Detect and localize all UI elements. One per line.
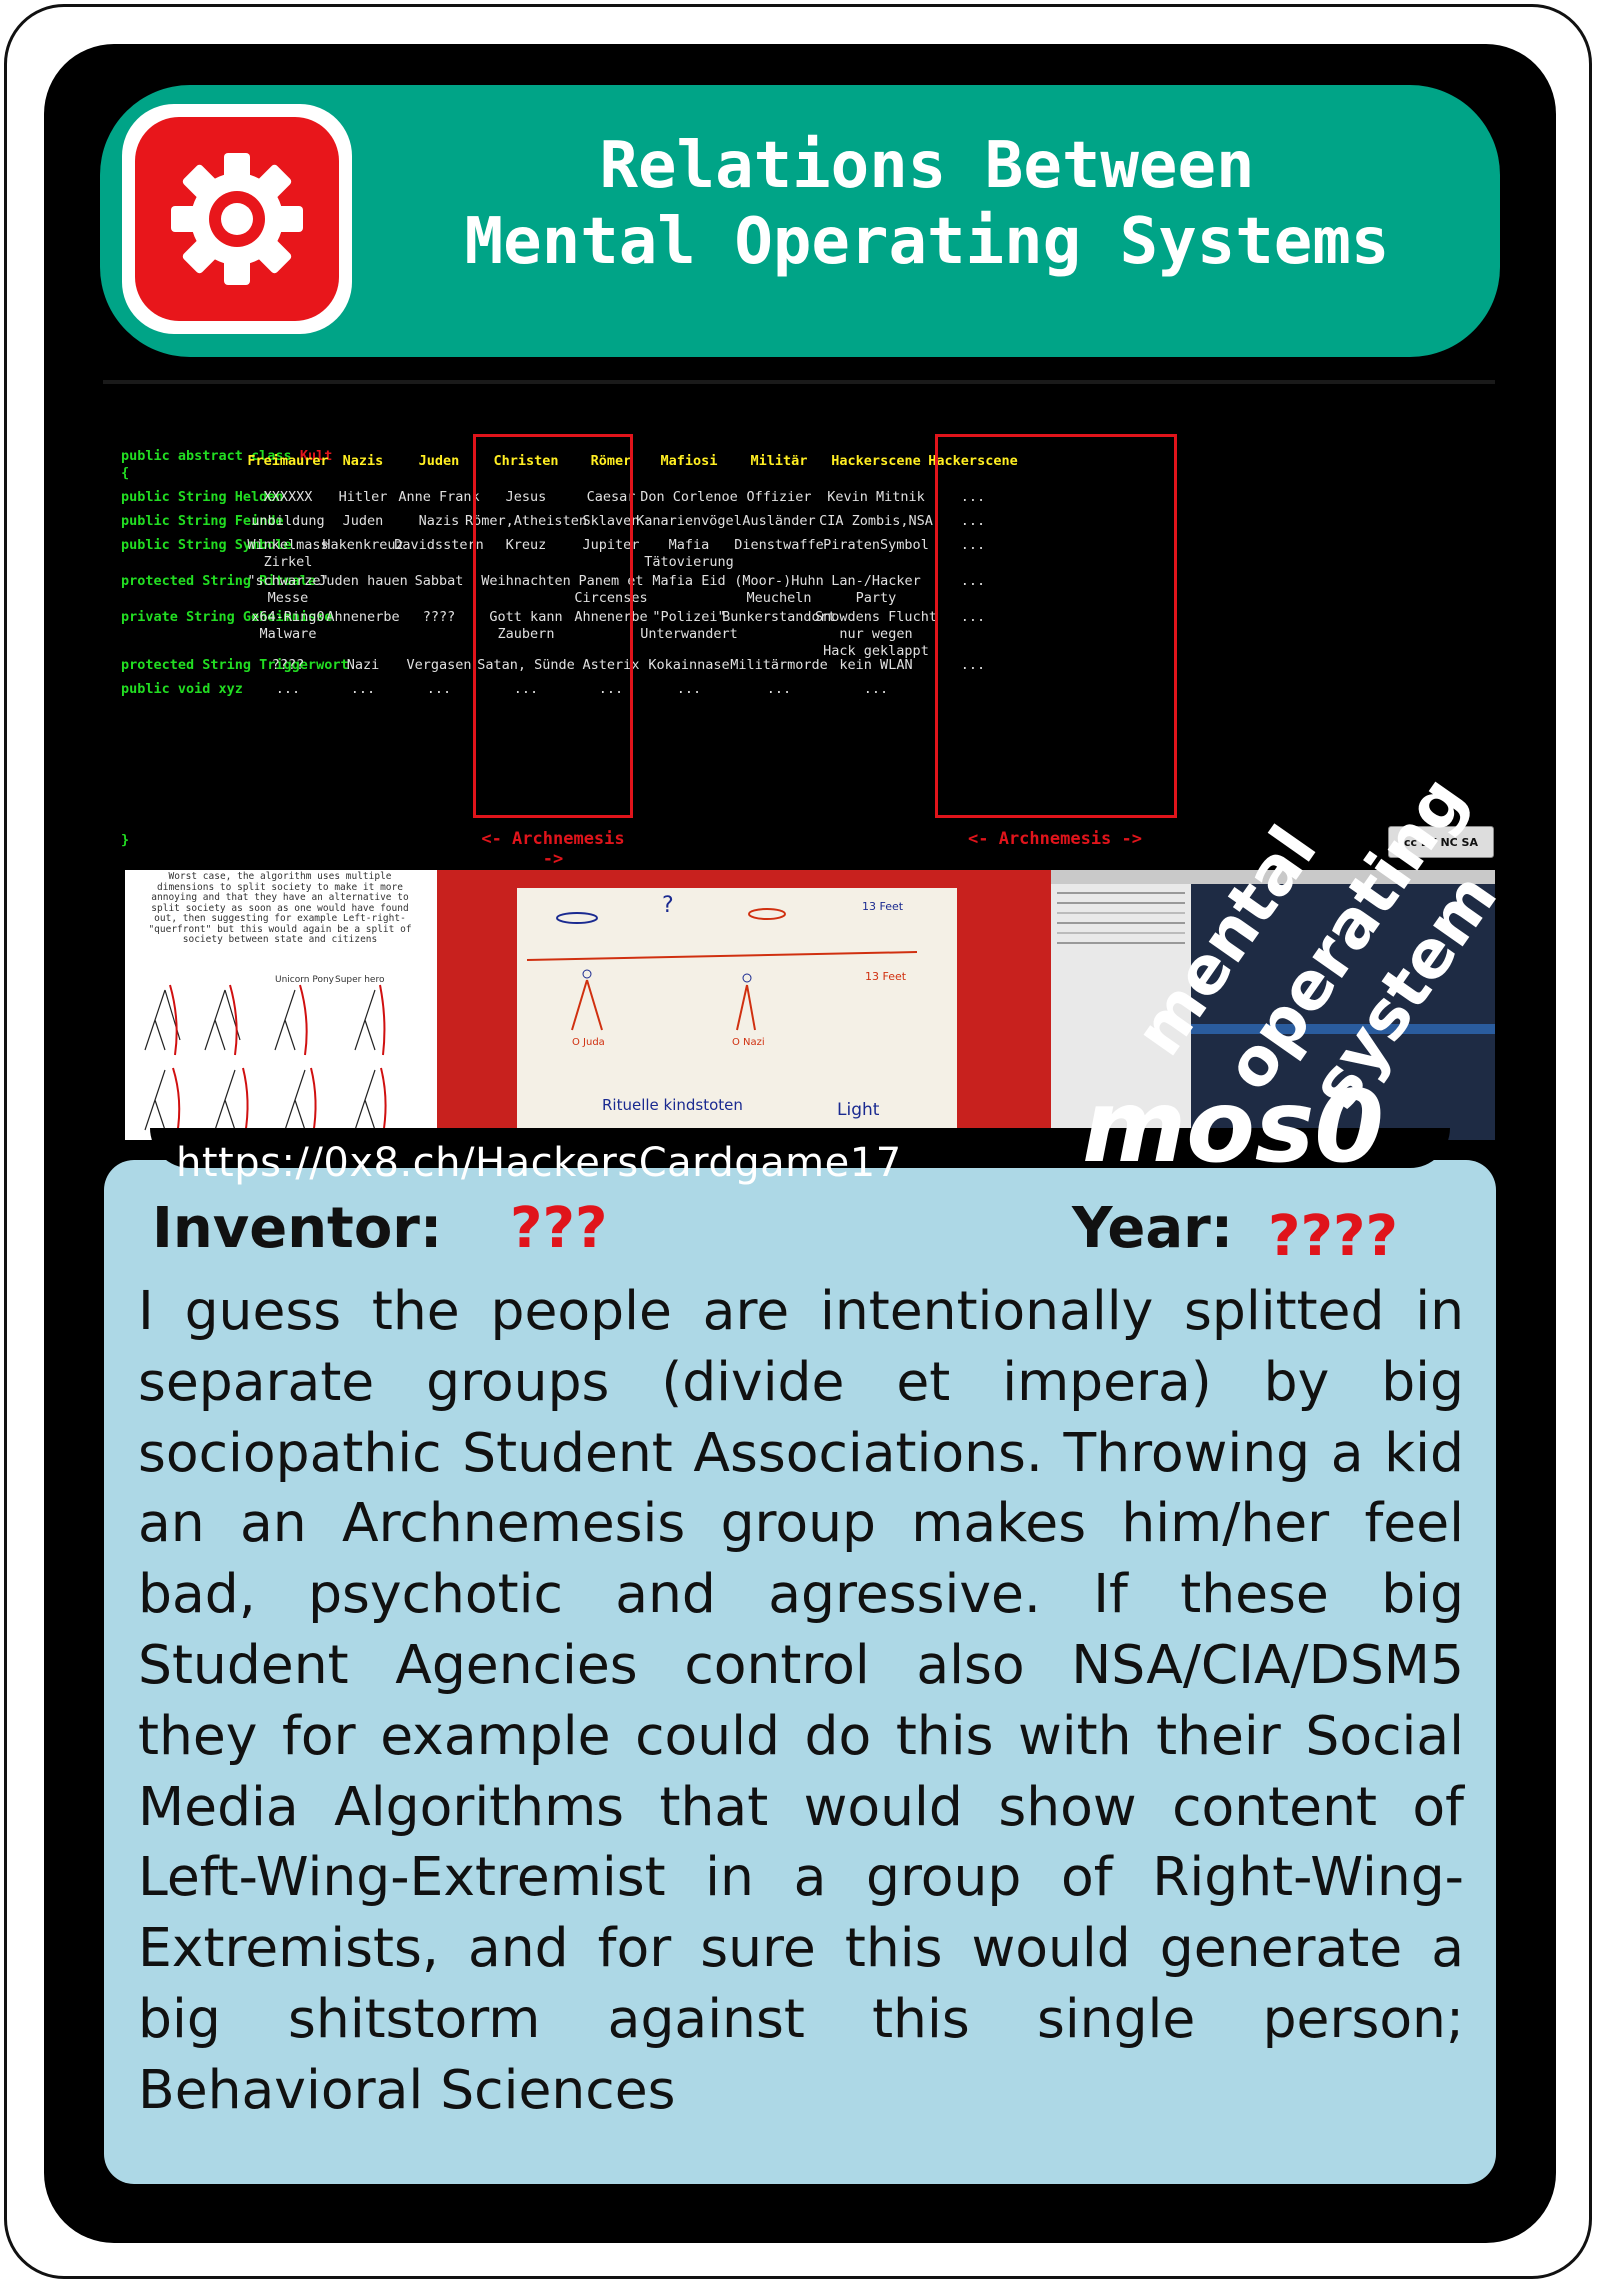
svg-text:Rituelle kindstoten: Rituelle kindstoten xyxy=(602,1096,743,1114)
svg-text:Light: Light xyxy=(837,1100,880,1120)
svg-text:O Juda: O Juda xyxy=(572,1037,605,1048)
table-cell: ... xyxy=(863,681,889,697)
brand-logo: mos0 xyxy=(1082,1068,1385,1185)
paper-photo: ? O Juda O Nazi Rituelle kindstoten Ligh… xyxy=(437,870,1051,1140)
panel-strip xyxy=(103,380,1495,384)
svg-text:13 Feet: 13 Feet xyxy=(862,900,904,913)
page-title: Relations Between Mental Operating Syste… xyxy=(372,128,1482,280)
mafiosi-militaer-box xyxy=(935,434,1177,818)
paper-sketch: ? O Juda O Nazi Rituelle kindstoten Ligh… xyxy=(526,893,918,1120)
svg-text:?: ? xyxy=(662,893,674,918)
label-unicorn: Unicorn Pony xyxy=(275,975,335,985)
open-brace: { xyxy=(121,465,130,481)
inventor-label: Inventor: xyxy=(152,1196,443,1261)
label-superhero: Super hero xyxy=(335,975,385,985)
archnemesis-left: <- Archnemesis -> xyxy=(481,829,625,869)
year-label: Year: xyxy=(1072,1196,1234,1261)
archnemesis-right: <- Archnemesis -> xyxy=(968,829,1142,849)
tree-drawings: Unicorn Pony Super hero xyxy=(144,975,387,1136)
inventor-value: ??? xyxy=(510,1196,608,1261)
code-table-panel: public abstract class Kult { public Stri… xyxy=(103,380,1495,870)
svg-text:O Nazi: O Nazi xyxy=(732,1037,765,1048)
title-line-2: Mental Operating Systems xyxy=(464,205,1390,279)
close-brace: } xyxy=(121,832,130,848)
title-line-1: Relations Between xyxy=(599,129,1255,203)
whiteboard-photo: Worst case, the algorithm uses multiple … xyxy=(125,870,437,1140)
svg-text:13 Feet: 13 Feet xyxy=(865,970,907,983)
nazis-juden-box xyxy=(473,434,633,818)
description-text: I guess the people are intentionally spl… xyxy=(138,1279,1464,2121)
card-url[interactable]: https://0x8.ch/HackersCardgame17 xyxy=(176,1140,902,1186)
gear-icon xyxy=(135,117,339,321)
year-value: ???? xyxy=(1268,1204,1398,1269)
